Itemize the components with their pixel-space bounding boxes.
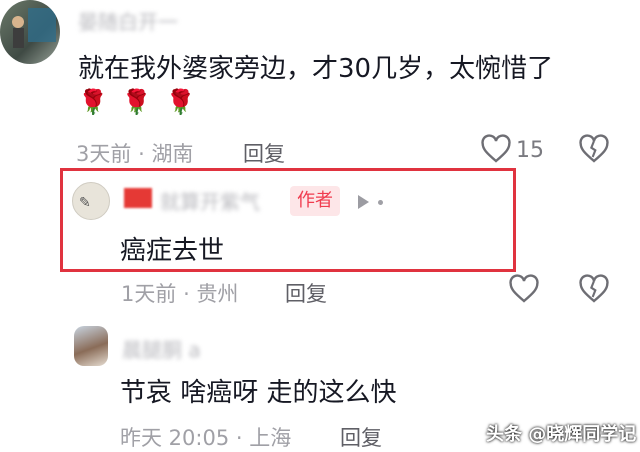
comment-location: 湖南 [151,142,194,166]
avatar-image: ✎ [79,195,91,211]
reply-button[interactable]: 回复 [340,422,382,452]
heart-icon [509,274,539,303]
flag-icon [124,188,152,208]
meta-separator: · [183,282,190,306]
rose-icon: 🌹 [78,88,108,116]
comment-text: 就在我外婆家旁边，才30几岁，太惋惜了 [78,54,554,84]
avatar[interactable] [0,0,60,64]
comment-meta: 3天前 · 湖南 [76,138,193,168]
comment-meta: 昨天 20:05 · 上海 [120,422,291,452]
svg-text:✎: ✎ [79,195,91,211]
meta-separator: · [235,426,243,450]
emoji-row: 🌹 🌹 🌹 [78,88,196,116]
like-button[interactable] [508,274,540,308]
comment-text: 癌症去世 [120,236,225,266]
play-triangle-icon [357,194,371,214]
dislike-button[interactable] [578,134,610,168]
comment-location: 上海 [249,426,292,450]
comment-username[interactable]: 晨腿胴 a [122,334,201,363]
comment-username[interactable]: 晏随白开一 [78,6,178,35]
comment-text: 节哀 啥癌呀 走的这么快 [120,378,397,408]
comment-location: 贵州 [196,282,239,306]
avatar[interactable] [74,326,108,366]
comment-time: 3天前 [76,142,132,166]
reply-button[interactable]: 回复 [243,138,285,168]
comment-time: 昨天 20:05 [120,426,230,450]
watermark: 头条 @晓辉同学记 [486,424,637,445]
broken-heart-icon [579,274,609,303]
rose-icon: 🌹 [165,88,196,116]
broken-heart-icon [579,134,609,163]
rose-icon: 🌹 [121,88,152,116]
meta-separator: · [138,142,145,166]
heart-icon [481,134,511,163]
dislike-button[interactable] [578,274,610,308]
author-username[interactable]: 就算开紫气 [160,186,260,215]
reply-button[interactable]: 回复 [285,278,327,308]
author-badge: 作者 [290,186,340,216]
like-button[interactable] [480,134,512,168]
avatar-image [12,8,56,48]
author-avatar[interactable]: ✎ [72,182,110,220]
dot-icon [378,200,383,205]
comment-meta: 1天前 · 贵州 [121,278,238,308]
like-count: 15 [516,138,544,163]
comment-time: 1天前 [121,282,177,306]
